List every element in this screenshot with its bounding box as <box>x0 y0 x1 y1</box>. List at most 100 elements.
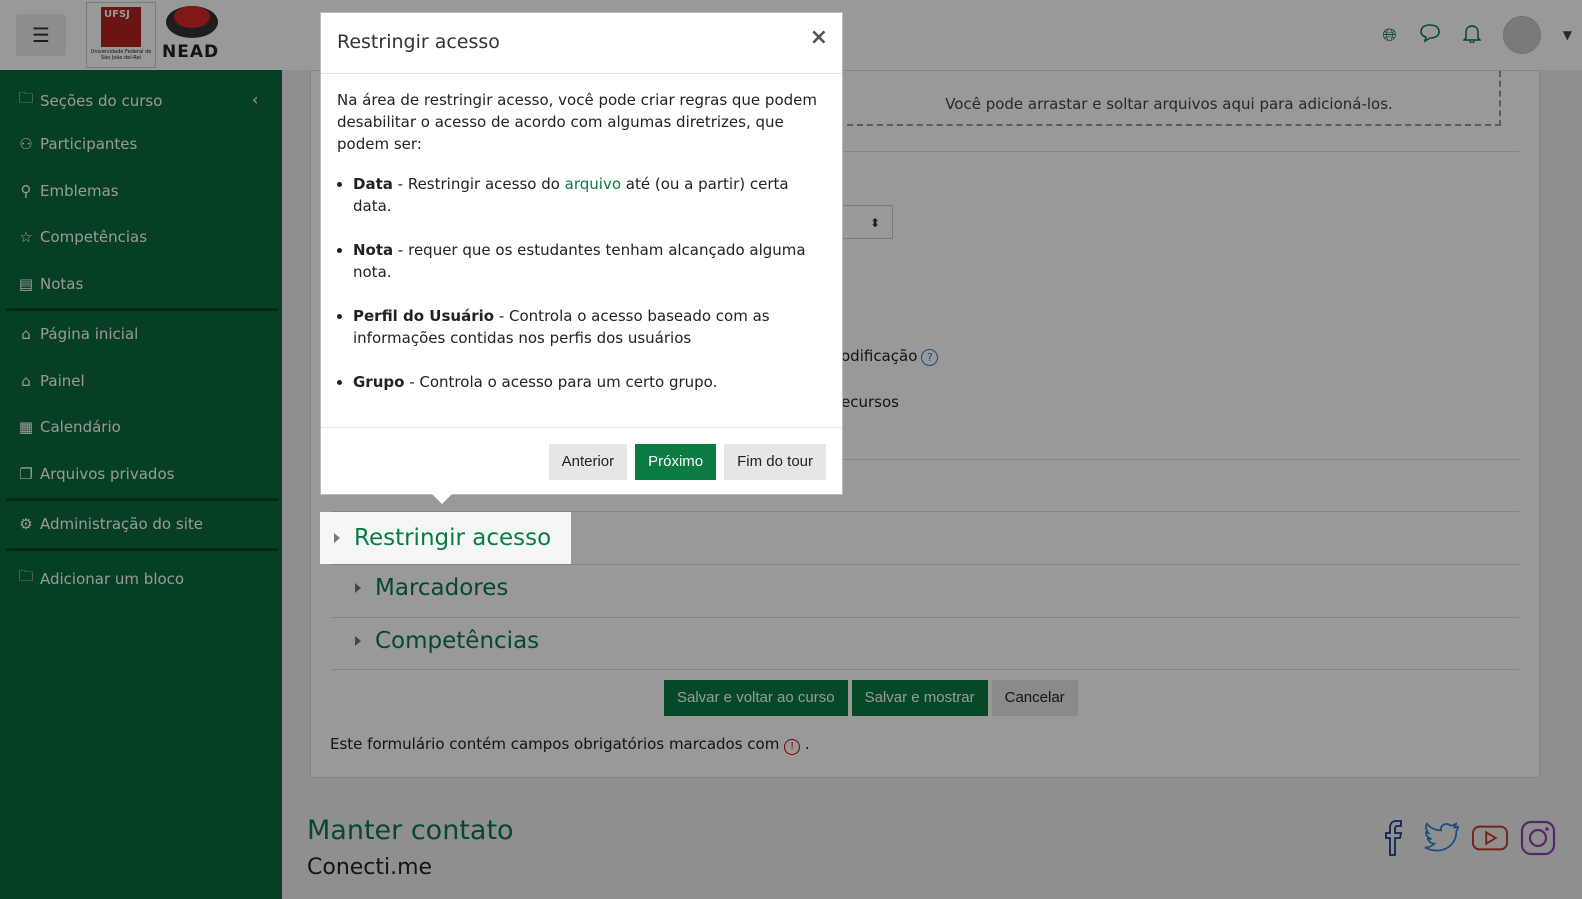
sidebar-item-competencias[interactable]: ☆ Competências <box>16 228 147 246</box>
sidebar-item-notas[interactable]: ▤ Notas <box>16 275 83 293</box>
tour-rule-list: Data - Restringir acesso do arquivo até … <box>337 173 827 393</box>
divider <box>837 459 1519 460</box>
sidebar-item-pagina-inicial[interactable]: ⌂ Página inicial <box>16 325 138 343</box>
resources-label-fragment: ecursos <box>841 393 899 411</box>
caret-right-icon <box>355 583 361 593</box>
caret-right-icon <box>355 636 361 646</box>
divider <box>331 564 1519 565</box>
sidebar-item-adicionar-bloco[interactable]: 🗀︎ Adicionar um bloco <box>16 566 184 591</box>
tour-buttons: Anterior Próximo Fim do tour <box>548 444 826 480</box>
next-button[interactable]: Próximo <box>635 444 717 480</box>
section-title: Restringir acesso <box>354 525 552 551</box>
sidebar-item-arquivos-privados[interactable]: ❐ Arquivos privados <box>16 465 174 483</box>
sidebar-item-label: Arquivos privados <box>40 465 175 483</box>
sidebar-divider <box>6 308 278 311</box>
ufsj-caption: Universidade Federal de São João del-Rei <box>90 49 152 61</box>
section-competencias[interactable]: Competências <box>355 628 539 654</box>
section-title: Marcadores <box>375 575 509 601</box>
section-marcadores[interactable]: Marcadores <box>355 575 508 601</box>
folder-icon: 🗀︎ <box>18 89 34 107</box>
user-menu-area: 🌐︎ ▼ <box>1382 10 1572 60</box>
footer-title: Manter contato <box>307 815 514 846</box>
sidebar: ‹ 🗀︎ Seções do curso ⚇ Participantes ⚲ E… <box>0 70 282 899</box>
divider <box>331 617 1519 618</box>
sidebar-item-secoes[interactable]: 🗀︎ Seções do curso <box>16 88 162 113</box>
sidebar-item-label: Painel <box>40 372 85 390</box>
twitter-icon[interactable] <box>1424 820 1460 856</box>
users-icon: ⚇ <box>19 135 33 153</box>
globe-icon[interactable]: 🌐︎ <box>1382 25 1396 46</box>
sidebar-item-label: Competências <box>40 228 148 246</box>
files-icon: ❐ <box>19 465 33 483</box>
sidebar-item-label: Seções do curso <box>40 91 163 110</box>
form-actions: Salvar e voltar ao curso Salvar e mostra… <box>664 680 1078 716</box>
social-links <box>1376 820 1556 856</box>
caret-right-icon <box>334 533 340 543</box>
collapse-chevron-icon[interactable]: ‹ <box>252 90 258 109</box>
tour-dialog-body: Na área de restringir acesso, você pode … <box>337 89 827 415</box>
section-restringir-acesso[interactable]: Restringir acesso <box>334 512 551 564</box>
avatar[interactable] <box>1502 16 1541 54</box>
sidebar-item-label: Notas <box>40 275 84 293</box>
required-fields-note: Este formulário contém campos obrigatóri… <box>330 735 810 755</box>
file-dropzone[interactable]: Você pode arrastar e soltar arquivos aqu… <box>837 71 1501 126</box>
save-return-button[interactable]: Salvar e voltar ao curso <box>664 680 848 716</box>
calendar-icon: ▦ <box>18 418 34 436</box>
sidebar-divider <box>6 498 278 501</box>
nead-disc-red <box>174 6 210 28</box>
select-partial[interactable]: ⬍ <box>841 205 893 239</box>
tour-dialog-header: Restringir acesso × <box>321 13 842 74</box>
checkbox-label-fragment: odificação? <box>841 347 939 366</box>
list-item: Data - Restringir acesso do arquivo até … <box>353 173 827 217</box>
tour-pointer-arrow <box>430 492 454 504</box>
folder-icon: 🗀︎ <box>18 567 34 585</box>
sidebar-divider <box>6 548 278 551</box>
sidebar-item-painel[interactable]: ⌂ Painel <box>16 372 85 390</box>
logo-ufsj[interactable]: UFSJ Universidade Federal de São João de… <box>86 2 156 68</box>
list-item: Nota - requer que os estudantes tenham a… <box>353 239 827 283</box>
save-show-button[interactable]: Salvar e mostrar <box>851 680 988 716</box>
sidebar-item-label: Administração do site <box>40 515 203 533</box>
tour-dialog-footer: Anterior Próximo Fim do tour <box>321 427 842 495</box>
list-item: Perfil do Usuário - Controla o acesso ba… <box>353 305 827 349</box>
sidebar-item-label: Participantes <box>40 135 138 153</box>
tour-target-restringir-acesso[interactable]: Restringir acesso <box>320 512 571 564</box>
logo-nead[interactable]: NEAD <box>160 4 230 66</box>
bell-icon[interactable] <box>1461 23 1482 48</box>
end-tour-button[interactable]: Fim do tour <box>724 444 826 480</box>
star-icon: ☆ <box>19 228 33 246</box>
divider <box>837 151 1519 152</box>
book-icon: ▤ <box>18 275 34 293</box>
sidebar-item-participantes[interactable]: ⚇ Participantes <box>16 135 137 153</box>
chevron-down-icon[interactable]: ▼ <box>1563 28 1572 42</box>
cancel-button[interactable]: Cancelar <box>991 680 1078 716</box>
sidebar-item-label: Emblemas <box>40 182 119 200</box>
previous-button[interactable]: Anterior <box>548 444 628 480</box>
tour-intro: Na área de restringir acesso, você pode … <box>337 91 817 153</box>
footer-subtitle: Conecti.me <box>307 855 433 880</box>
close-icon[interactable]: × <box>810 25 828 50</box>
divider <box>331 669 1519 670</box>
gear-icon: ⚙ <box>19 515 33 533</box>
sidebar-item-label: Adicionar um bloco <box>40 569 185 588</box>
message-icon[interactable] <box>1419 23 1441 48</box>
help-icon[interactable]: ? <box>921 349 939 366</box>
home-icon: ⌂ <box>21 372 31 390</box>
sidebar-item-label: Página inicial <box>40 325 139 343</box>
list-item: Grupo - Controla o acesso para um certo … <box>353 371 827 393</box>
instagram-icon[interactable] <box>1520 820 1556 856</box>
nead-wordmark: NEAD <box>162 42 220 62</box>
sidebar-item-emblemas[interactable]: ⚲ Emblemas <box>16 182 119 200</box>
required-icon: ! <box>784 739 801 755</box>
section-title: Competências <box>375 628 540 654</box>
tour-dialog: Restringir acesso × Na área de restringi… <box>320 12 843 495</box>
sidebar-item-calendario[interactable]: ▦ Calendário <box>16 418 121 436</box>
arquivo-link[interactable]: arquivo <box>565 175 621 193</box>
badge-icon: ⚲ <box>20 182 32 200</box>
hamburger-icon[interactable]: ☰ <box>16 14 66 56</box>
tour-dialog-title: Restringir acesso <box>337 31 500 53</box>
youtube-icon[interactable] <box>1472 820 1508 856</box>
sidebar-item-administracao[interactable]: ⚙ Administração do site <box>16 515 203 533</box>
home-icon: ⌂ <box>21 325 31 343</box>
facebook-icon[interactable] <box>1376 820 1412 856</box>
